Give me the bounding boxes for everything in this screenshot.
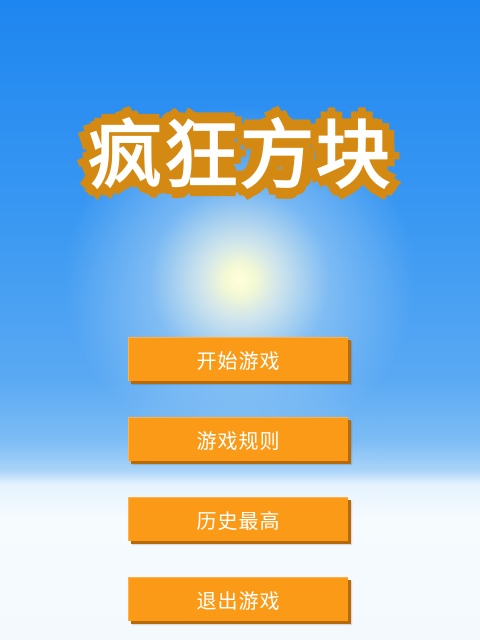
start-game-button[interactable]: 开始游戏 (128, 337, 348, 381)
high-score-button[interactable]: 历史最高 (128, 497, 348, 541)
quit-game-button[interactable]: 退出游戏 (128, 577, 348, 621)
main-menu-screen: 疯狂方块 开始游戏 游戏规则 历史最高 退出游戏 (0, 0, 480, 640)
game-rules-button[interactable]: 游戏规则 (128, 417, 348, 461)
game-title: 疯狂方块 (87, 111, 392, 200)
